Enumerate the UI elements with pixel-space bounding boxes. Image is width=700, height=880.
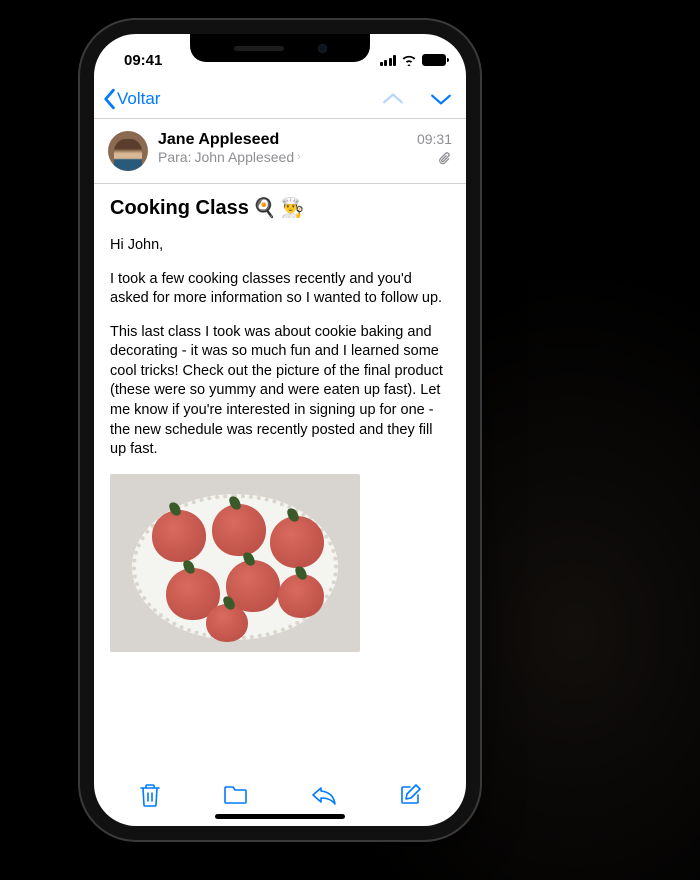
home-indicator[interactable]: [215, 814, 345, 819]
sender-avatar[interactable]: [108, 131, 148, 171]
compose-icon: [398, 783, 422, 807]
wifi-icon: [401, 54, 417, 66]
recipient-line[interactable]: Para: John Appleseed ›: [158, 149, 407, 165]
to-label: Para:: [158, 149, 191, 165]
paragraph-1: I took a few cooking classes recently an…: [110, 270, 450, 309]
email-subject: Cooking Class 🍳 👨‍🍳: [110, 196, 450, 220]
compose-button[interactable]: [392, 777, 428, 818]
chevron-down-icon[interactable]: [430, 92, 452, 106]
reply-button[interactable]: [304, 778, 344, 817]
chevron-right-icon: ›: [297, 151, 301, 163]
folder-button[interactable]: [216, 778, 256, 817]
notch: [190, 34, 370, 62]
cook-emoji: 👨‍🍳: [281, 196, 305, 220]
recipient-name: John Appleseed: [194, 149, 294, 165]
message-nav-arrows: [382, 92, 452, 106]
chevron-up-icon[interactable]: [382, 92, 404, 106]
trash-button[interactable]: [132, 776, 168, 819]
back-label: Voltar: [117, 89, 160, 109]
sender-info: Jane Appleseed Para: John Appleseed ›: [158, 131, 407, 171]
reply-icon: [310, 784, 338, 806]
back-button[interactable]: Voltar: [102, 88, 160, 110]
folder-icon: [222, 784, 250, 806]
navigation-bar: Voltar: [94, 82, 466, 119]
email-header: Jane Appleseed Para: John Appleseed › 09…: [94, 119, 466, 184]
status-time: 09:41: [124, 52, 184, 69]
trash-icon: [138, 782, 162, 808]
paperclip-icon: [438, 151, 452, 167]
chevron-left-icon: [102, 88, 116, 110]
greeting: Hi John,: [110, 236, 450, 256]
email-body[interactable]: Cooking Class 🍳 👨‍🍳 Hi John, I took a fe…: [94, 184, 466, 770]
phone-screen: 09:41 Voltar: [94, 34, 466, 826]
email-meta: 09:31: [417, 131, 452, 171]
email-timestamp: 09:31: [417, 131, 452, 147]
attached-photo[interactable]: [110, 474, 360, 652]
status-indicators: [380, 54, 447, 66]
cellular-signal-icon: [380, 55, 397, 66]
sender-name: Jane Appleseed: [158, 131, 407, 149]
front-camera: [318, 44, 327, 53]
email-content: Hi John, I took a few cooking classes re…: [110, 236, 450, 652]
speaker-grille: [234, 46, 284, 51]
phone-frame: 09:41 Voltar: [80, 20, 480, 840]
paragraph-2: This last class I took was about cookie …: [110, 323, 450, 460]
frying-pan-emoji: 🍳: [253, 196, 277, 220]
battery-icon: [422, 54, 446, 66]
